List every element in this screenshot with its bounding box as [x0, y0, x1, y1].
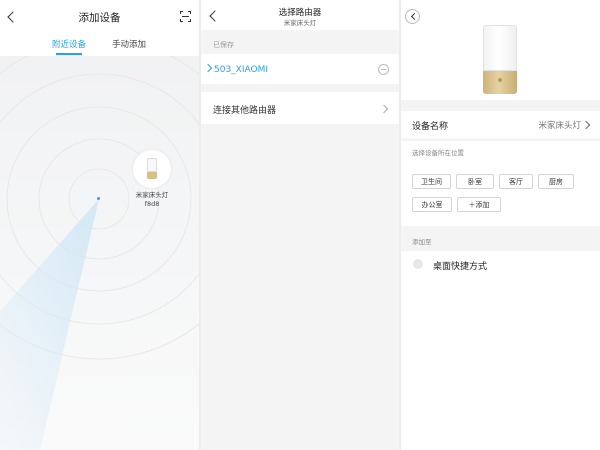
screens-container: 添加设备 附近设备 手动添加 米家床头灯 f8d8 选择路由器 米家床头灯 已保…: [0, 0, 600, 450]
device-name-value: 米家床头灯: [538, 121, 581, 131]
network-name: 503_XIAOMI: [214, 65, 268, 75]
add-device-header: 添加设备: [0, 0, 199, 34]
page-subtitle: 米家床头灯: [283, 19, 317, 27]
active-tab-indicator: [56, 53, 82, 55]
location-chip-bathroom[interactable]: 卫生间: [412, 174, 451, 189]
bedside-lamp-image: [483, 25, 517, 94]
desktop-shortcut-row: 桌面快捷方式: [401, 251, 600, 450]
connect-other-router-row[interactable]: 连接其他路由器: [201, 92, 399, 124]
connect-other-router-label: 连接其他路由器: [213, 106, 277, 116]
saved-section-label: 已保存: [213, 41, 234, 49]
chevron-right-icon: [379, 104, 389, 114]
add-location-button[interactable]: ＋添加: [457, 197, 501, 212]
back-icon: [410, 12, 419, 21]
location-chip-office[interactable]: 办公室: [412, 197, 452, 212]
discovered-device[interactable]: [133, 150, 171, 188]
saved-network-row[interactable]: 503_XIAOMI: [201, 54, 399, 84]
selected-check-icon: [203, 63, 213, 73]
device-setup-screen: 设备名称 米家床头灯 选择设备所在位置 卫生间 卧室 客厅 厨房 办公室 ＋添加…: [401, 0, 600, 450]
radar-center-dot: [97, 197, 100, 200]
radar-scan-area: [0, 56, 199, 450]
add-to-label: 添加至: [412, 238, 432, 246]
add-mode-tabs: 附近设备 手动添加: [0, 34, 199, 56]
shortcut-radio[interactable]: [413, 259, 423, 269]
shortcut-label: 桌面快捷方式: [433, 262, 488, 272]
add-device-screen: 添加设备 附近设备 手动添加 米家床头灯 f8d8: [0, 0, 199, 450]
lamp-icon: [147, 158, 157, 179]
tab-nearby-devices[interactable]: 附近设备: [52, 38, 86, 50]
device-name-row[interactable]: 设备名称 米家床头灯: [401, 111, 600, 138]
page-title: 添加设备: [78, 12, 121, 24]
more-options-icon[interactable]: [378, 64, 389, 75]
location-panel: 选择设备所在位置 卫生间 卧室 客厅 厨房 办公室 ＋添加: [401, 141, 600, 226]
radar-graphic: [0, 56, 199, 450]
tab-manual-add[interactable]: 手动添加: [112, 38, 146, 50]
scan-icon[interactable]: [180, 11, 191, 22]
device-hero: [401, 0, 600, 100]
choose-router-screen: 选择路由器 米家床头灯 已保存 503_XIAOMI 连接其他路由器: [201, 0, 399, 450]
location-chip-living-room[interactable]: 客厅: [499, 174, 533, 189]
device-name: 米家床头灯: [135, 191, 169, 199]
device-id: f8d8: [144, 200, 160, 208]
choose-router-header: 选择路由器 米家床头灯: [201, 0, 399, 30]
device-name-label: 设备名称: [412, 122, 449, 132]
location-hint: 选择设备所在位置: [412, 149, 464, 157]
location-chip-bedroom[interactable]: 卧室: [456, 174, 494, 189]
chevron-right-icon: [581, 120, 591, 130]
back-button[interactable]: [405, 9, 420, 24]
location-chip-kitchen[interactable]: 厨房: [538, 174, 574, 189]
